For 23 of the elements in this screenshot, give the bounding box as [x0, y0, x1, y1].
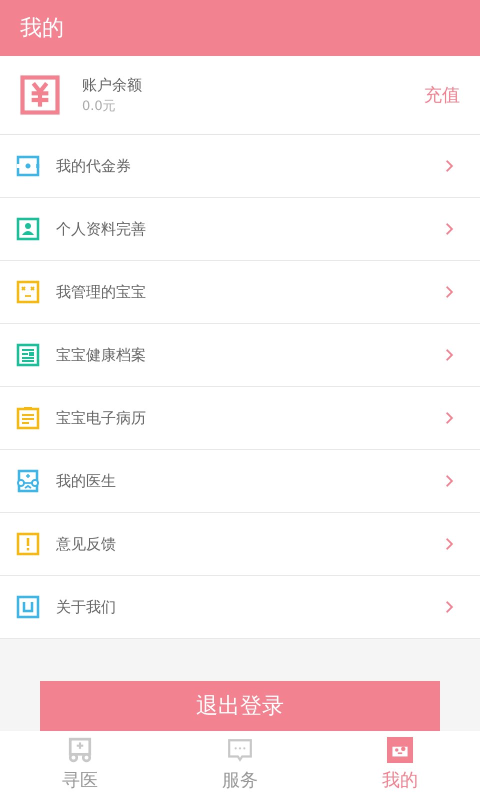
page-title: 我的 [20, 14, 64, 42]
menu-item[interactable]: 我管理的宝宝 [0, 261, 480, 324]
menu-label: 宝宝健康档案 [56, 344, 147, 366]
menu-label: 我管理的宝宝 [56, 282, 147, 303]
menu-item[interactable]: 我的医生 [0, 450, 480, 513]
menu-label: 我的代金券 [56, 156, 132, 177]
robot-face-icon [387, 737, 413, 763]
menu-item[interactable]: 个人资料完善 [0, 198, 480, 261]
menu-label: 关于我们 [56, 596, 117, 618]
chat-icon [227, 737, 253, 763]
clinic-icon [67, 737, 93, 763]
menu-label: 意见反馈 [56, 534, 117, 555]
menu-label: 宝宝电子病历 [56, 408, 147, 429]
menu-item[interactable]: 我的代金券 [0, 135, 480, 198]
menu-item[interactable]: 宝宝健康档案 [0, 324, 480, 387]
balance-amount: 0.0元 [82, 98, 117, 116]
menu-label: 我的医生 [56, 470, 117, 492]
menu-item[interactable]: 意见反馈 [0, 513, 480, 576]
menu-item[interactable]: 宝宝电子病历 [0, 387, 480, 450]
balance-label: 账户余额 [82, 75, 143, 96]
menu-item[interactable]: 关于我们 [0, 576, 480, 639]
yuan-icon [20, 75, 60, 115]
menu-label: 个人资料完善 [56, 218, 147, 240]
